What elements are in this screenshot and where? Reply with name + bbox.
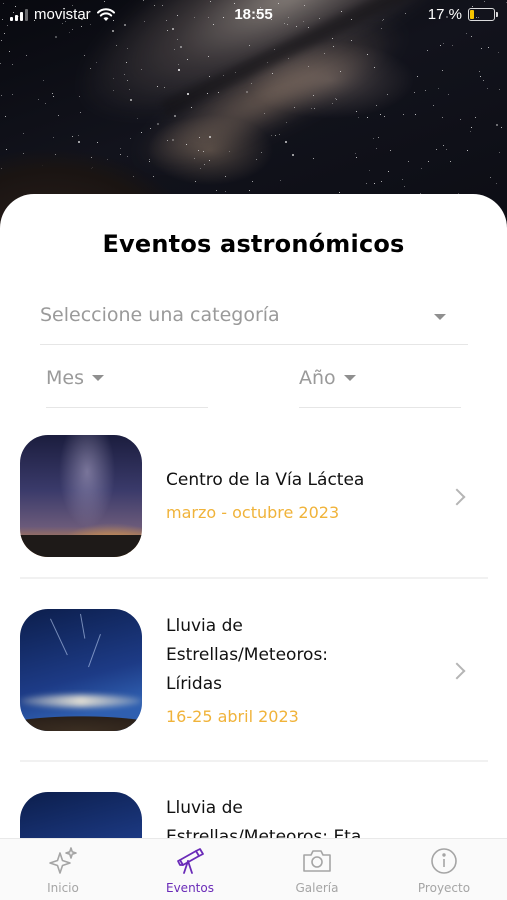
category-select[interactable]: Seleccione una categoría [40,304,468,345]
category-select-placeholder: Seleccione una categoría [40,304,280,326]
page-title: Eventos astronómicos [102,230,405,258]
bottom-tab-bar: Inicio Eventos Galería Proyecto [0,838,507,900]
tab-eventos[interactable]: Eventos [127,839,253,900]
tab-label: Galería [295,881,339,895]
tab-inicio[interactable]: Inicio [0,839,126,900]
month-select[interactable]: Mes [46,367,208,408]
list-divider [20,577,488,579]
event-title: Centro de la Vía Láctea [166,470,365,490]
telescope-icon [177,848,204,874]
list-divider [20,760,488,762]
status-bar: movistar 18:55 17 % [0,0,507,30]
year-select[interactable]: Año [299,367,461,408]
dropdown-caret-icon [91,375,104,381]
event-thumbnail-milky-way [20,435,142,557]
dropdown-caret-icon [343,375,356,381]
tab-proyecto[interactable]: Proyecto [381,839,507,900]
camera-icon [303,850,331,872]
sparkles-icon [49,847,77,874]
event-title: Lluvia de Estrellas/Meteoros: Líridas [166,616,329,694]
battery-icon [468,8,498,21]
info-icon [431,848,457,874]
year-select-placeholder: Año [299,367,336,389]
dropdown-caret-icon [434,314,446,320]
tab-galeria[interactable]: Galería [254,839,380,900]
event-date: 16-25 abril 2023 [166,707,299,726]
event-date: marzo - octubre 2023 [166,503,340,522]
tab-label: Inicio [47,881,79,895]
tab-label: Proyecto [417,881,471,895]
tab-label: Eventos [166,881,214,895]
month-select-placeholder: Mes [46,367,84,389]
event-thumbnail-meteors [20,609,142,731]
battery-percent: 17 % [427,6,462,23]
